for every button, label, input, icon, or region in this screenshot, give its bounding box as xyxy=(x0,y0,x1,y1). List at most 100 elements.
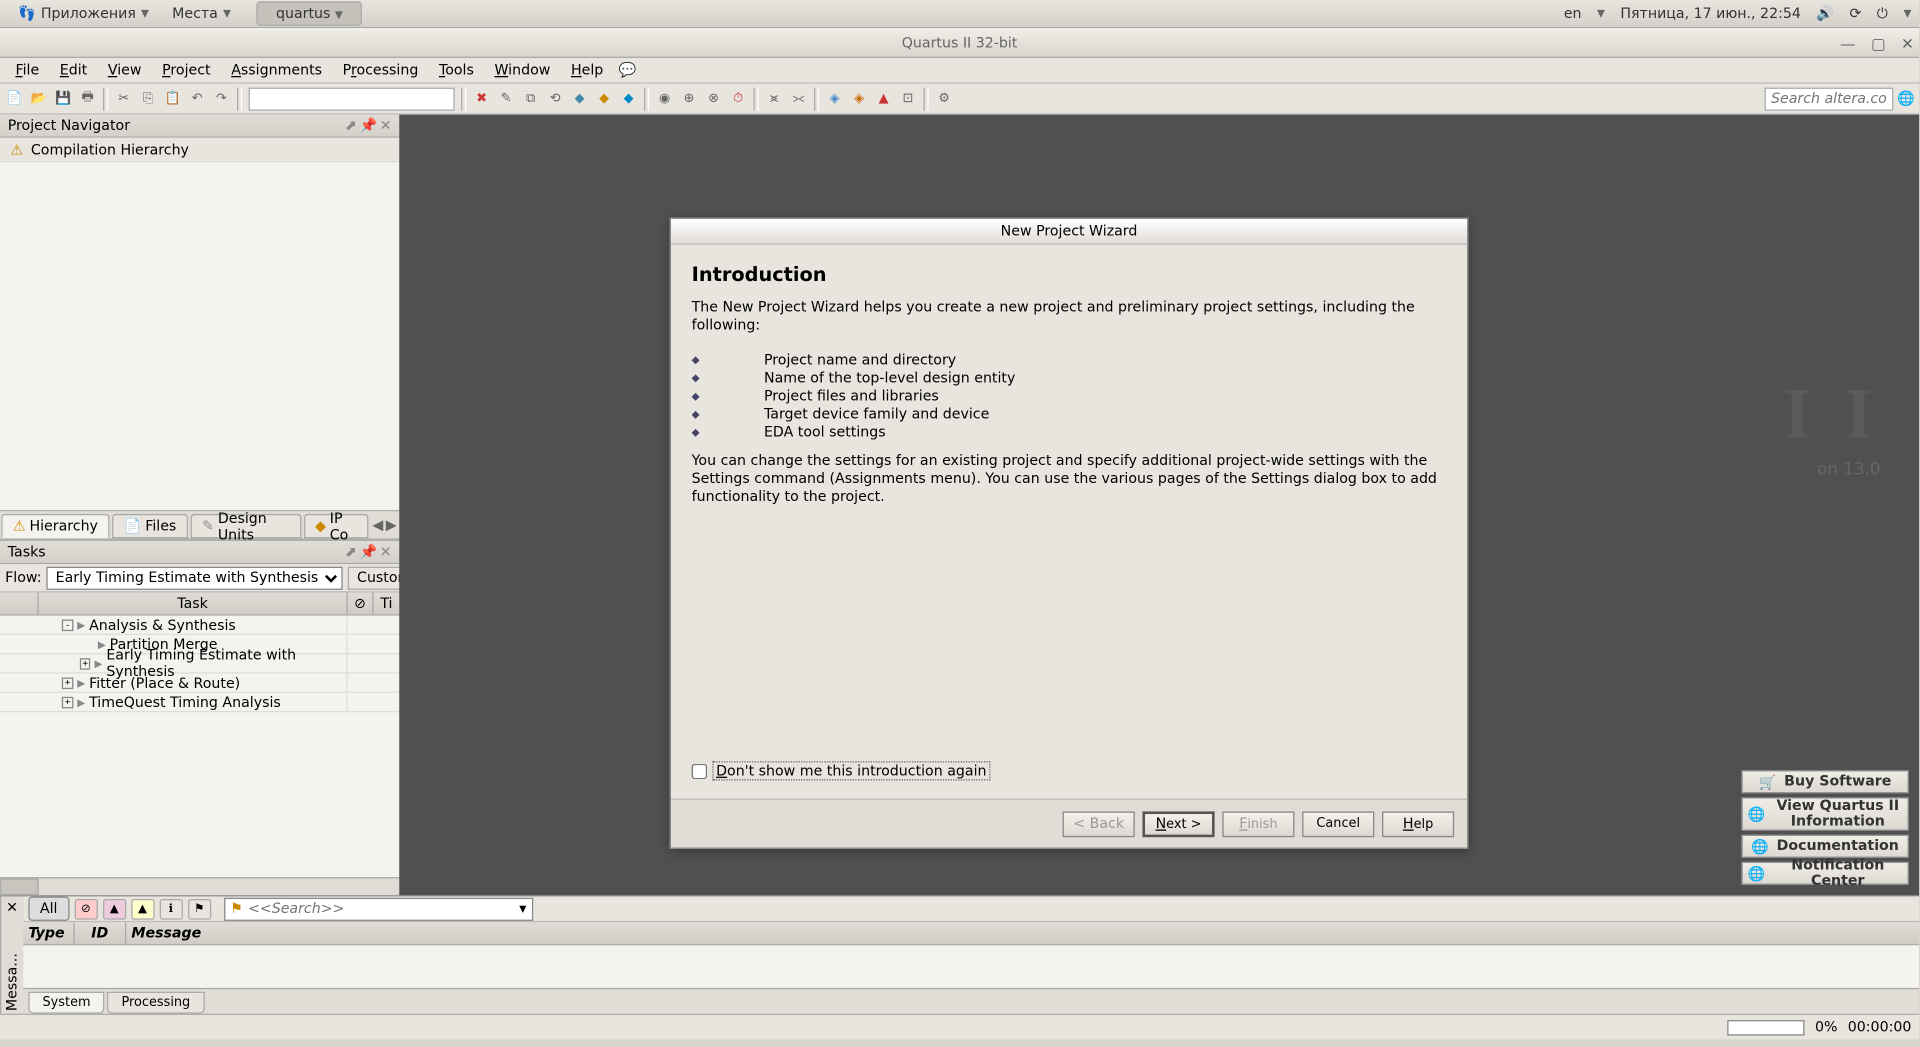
chevron-down-icon[interactable]: ▾ xyxy=(519,900,526,917)
tab-system[interactable]: System xyxy=(28,992,104,1014)
messages-search-input[interactable] xyxy=(248,900,514,917)
paste-icon[interactable]: 📋 xyxy=(161,87,184,110)
tree-item-compilation-hierarchy[interactable]: ⚠ Compilation Hierarchy xyxy=(0,138,399,162)
tree-expander-icon[interactable]: + xyxy=(62,677,74,689)
column-id[interactable]: ID xyxy=(75,922,127,944)
messages-body[interactable] xyxy=(23,945,1919,988)
scroll-left-icon[interactable]: ◀ xyxy=(372,516,383,533)
cut-icon[interactable]: ✂ xyxy=(112,87,135,110)
messages-all-button[interactable]: All xyxy=(28,896,69,920)
messages-side-label[interactable]: Messa... ✕ xyxy=(0,896,23,1013)
toolbar-icon[interactable]: ⊡ xyxy=(896,87,919,110)
menu-view[interactable]: View xyxy=(98,59,152,81)
globe-icon[interactable]: 🌐 xyxy=(1896,88,1917,109)
toolbar-icon[interactable]: ◉ xyxy=(653,87,676,110)
buy-software-button[interactable]: 🛒 Buy Software xyxy=(1741,770,1908,793)
toolbar-icon[interactable]: ⪥ xyxy=(787,87,810,110)
float-icon[interactable]: ⬈ xyxy=(345,117,357,134)
menu-window[interactable]: Window xyxy=(484,59,560,81)
copy-icon[interactable]: ⎘ xyxy=(137,87,160,110)
menu-tools[interactable]: Tools xyxy=(429,59,485,81)
taskbar-button-quartus[interactable]: quartus ▼ xyxy=(257,1,362,25)
print-icon[interactable]: 🖶 xyxy=(76,87,99,110)
network-icon[interactable]: ⟳ xyxy=(1849,5,1861,22)
column-message[interactable]: Message xyxy=(126,922,1919,944)
toolbar-icon[interactable]: ◈ xyxy=(848,87,871,110)
task-row[interactable]: -▶Analysis & Synthesis xyxy=(0,616,399,635)
tab-files[interactable]: 📄 Files xyxy=(112,514,188,538)
menu-help[interactable]: Help xyxy=(561,59,614,81)
timing-icon[interactable]: ◆ xyxy=(617,87,640,110)
tree-expander-icon[interactable]: + xyxy=(80,658,91,670)
open-file-icon[interactable]: 📂 xyxy=(27,87,50,110)
dont-show-again-label[interactable]: Don't show me this introduction again xyxy=(712,761,990,780)
wizard-titlebar[interactable]: New Project Wizard xyxy=(671,219,1467,245)
toolbar-icon[interactable]: ✎ xyxy=(495,87,518,110)
menu-processing[interactable]: Processing xyxy=(332,59,428,81)
column-type[interactable]: Type xyxy=(23,922,75,944)
compile-icon[interactable]: ◆ xyxy=(568,87,591,110)
undo-icon[interactable]: ↶ xyxy=(185,87,208,110)
scroll-right-icon[interactable]: ▶ xyxy=(386,516,397,533)
error-filter-icon[interactable]: ⊘ xyxy=(74,898,97,919)
task-row[interactable]: +▶Fitter (Place & Route) xyxy=(0,674,399,693)
tab-processing[interactable]: Processing xyxy=(107,992,204,1014)
close-button[interactable]: ✕ xyxy=(1901,34,1914,52)
column-task[interactable]: Task xyxy=(39,592,348,614)
next-button[interactable]: Next > xyxy=(1142,811,1214,837)
flow-select[interactable]: Early Timing Estimate with Synthesis xyxy=(47,566,343,589)
close-icon[interactable]: ✕ xyxy=(6,899,18,916)
float-icon[interactable]: ⬈ xyxy=(345,544,357,561)
menu-assignments[interactable]: Assignments xyxy=(221,59,332,81)
messages-search[interactable]: ⚑ ▾ xyxy=(224,897,533,920)
toolbar-icon[interactable]: ◈ xyxy=(823,87,846,110)
column-time[interactable]: Ti xyxy=(374,592,400,614)
close-icon[interactable]: ✕ xyxy=(380,117,392,134)
save-icon[interactable]: 💾 xyxy=(52,87,75,110)
info-filter-icon[interactable]: ℹ xyxy=(159,898,182,919)
help-button[interactable]: Help xyxy=(1382,811,1454,837)
view-info-button[interactable]: 🌐 View Quartus II Information xyxy=(1741,797,1908,830)
task-row[interactable]: +▶Early Timing Estimate with Synthesis xyxy=(0,654,399,673)
toolbar-icon[interactable]: ⟲ xyxy=(544,87,567,110)
toolbar-icon[interactable]: ⊗ xyxy=(702,87,725,110)
minimize-button[interactable]: — xyxy=(1840,34,1855,52)
tab-ip-components[interactable]: ◆ IP Co xyxy=(303,514,368,538)
documentation-button[interactable]: 🌐 Documentation xyxy=(1741,835,1908,858)
pin-icon[interactable]: 📌 xyxy=(359,544,377,561)
applications-menu[interactable]: 👣 Приложения ▼ xyxy=(8,1,160,25)
toolbar-icon[interactable]: ◆ xyxy=(592,87,615,110)
power-icon[interactable]: ⏻ xyxy=(1877,5,1888,23)
pin-icon[interactable]: 📌 xyxy=(359,117,377,134)
cancel-button[interactable]: Cancel xyxy=(1302,811,1374,837)
horizontal-scrollbar[interactable] xyxy=(0,877,399,895)
flag-filter-icon[interactable]: ⚑ xyxy=(188,898,211,919)
tree-expander-icon[interactable]: + xyxy=(62,696,74,708)
help-bubble-icon[interactable]: 💬 xyxy=(619,62,637,79)
toolbar-combo[interactable] xyxy=(249,87,455,110)
menu-file[interactable]: File xyxy=(5,59,49,81)
places-menu[interactable]: Места ▼ xyxy=(162,1,241,25)
maximize-button[interactable]: ▢ xyxy=(1871,34,1886,52)
new-file-icon[interactable]: 📄 xyxy=(3,87,26,110)
search-input[interactable] xyxy=(1765,87,1894,110)
project-navigator-tree[interactable]: ⚠ Compilation Hierarchy xyxy=(0,138,399,512)
redo-icon[interactable]: ↷ xyxy=(210,87,233,110)
tab-design-units[interactable]: ✎ Design Units xyxy=(190,514,300,538)
clock[interactable]: Пятница, 17 июн., 22:54 xyxy=(1620,5,1801,22)
menu-project[interactable]: Project xyxy=(152,59,221,81)
toolbar-icon[interactable]: ⪤ xyxy=(762,87,785,110)
keyboard-layout-indicator[interactable]: en xyxy=(1564,5,1582,22)
tab-hierarchy[interactable]: ⚠ Hierarchy xyxy=(1,514,109,538)
toolbar-icon[interactable]: ⊕ xyxy=(677,87,700,110)
stop-icon[interactable]: ✖ xyxy=(470,87,493,110)
dont-show-again-checkbox[interactable] xyxy=(692,763,707,778)
toolbar-icon[interactable]: ▲ xyxy=(872,87,895,110)
volume-icon[interactable]: 🔊 xyxy=(1816,5,1834,22)
toolbar-icon[interactable]: ⚙ xyxy=(933,87,956,110)
column-check[interactable]: ⊘ xyxy=(348,592,374,614)
clock-icon[interactable]: ⏱ xyxy=(726,87,749,110)
notification-center-button[interactable]: 🌐 Notification Center xyxy=(1741,862,1908,885)
tasks-list[interactable]: -▶Analysis & Synthesis▶Partition Merge+▶… xyxy=(0,616,399,877)
tree-expander-icon[interactable]: - xyxy=(62,619,74,631)
